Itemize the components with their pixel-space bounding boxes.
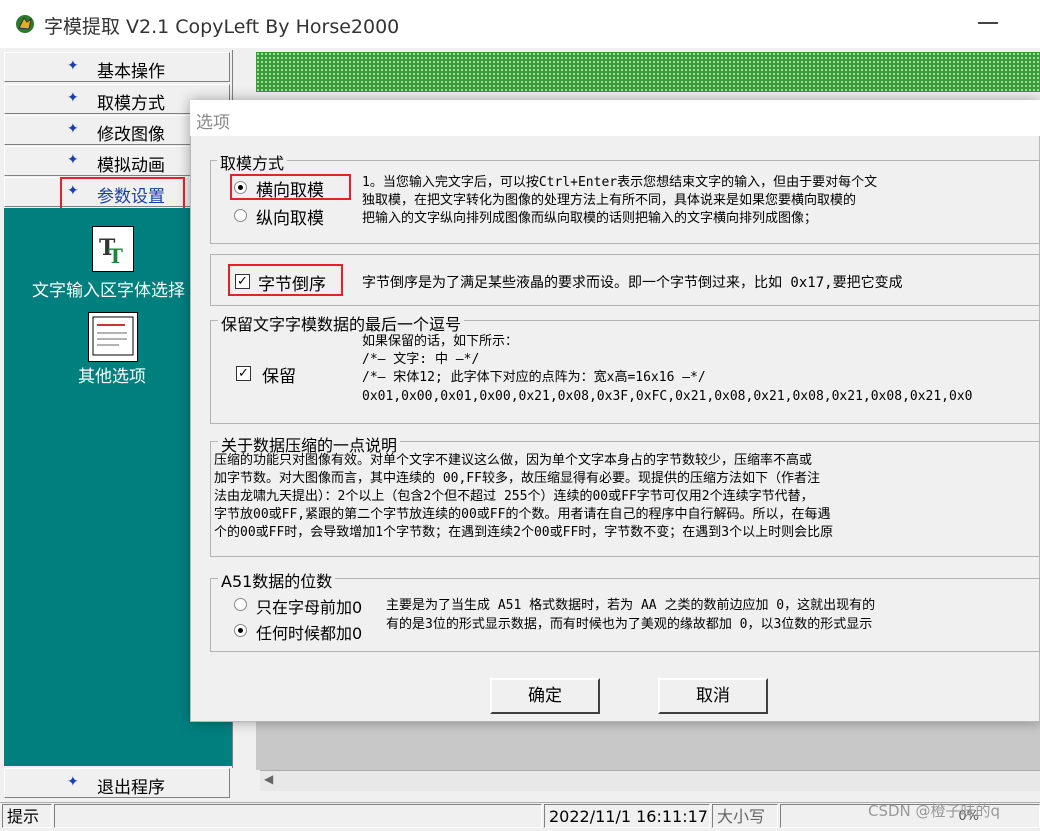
star-icon: ✦ — [67, 90, 79, 106]
exit-button[interactable]: ✦ 退出程序 — [4, 768, 230, 798]
highlight-box — [228, 264, 343, 296]
radio-always-label[interactable]: 任何时候都加0 — [256, 620, 362, 644]
dialog-title-bar — [190, 100, 1040, 136]
nav-item-label: 模拟动画 — [97, 156, 165, 176]
status-message — [54, 804, 542, 828]
nav-item-label: 取模方式 — [97, 94, 165, 114]
group-a51-title: A51数据的位数 — [218, 568, 336, 592]
svg-text:T: T — [108, 244, 123, 268]
watermark: CSDN @橙子味的q — [868, 802, 1001, 820]
desc-line: 1。当您输入完文字后，可以按Ctrl+Enter表示您想结束文字的输入，但由于要… — [362, 175, 878, 190]
tool-label-options[interactable]: 其他选项 — [78, 362, 146, 387]
group-keep-comma-title: 保留文字字模数据的最后一个逗号 — [218, 311, 465, 335]
desc-line: 压缩的功能只对图像有效。对单个文字不建议这么做，因为单个文字本身占的字节数较少，… — [214, 453, 813, 468]
desc-line: 有的是3位的形式显示数据，而有时候也为了美观的缘故都加 0，以3位数的形式显示 — [386, 617, 873, 632]
star-icon: ✦ — [67, 58, 79, 74]
app-horse-icon — [16, 15, 34, 33]
nav-item-label: 基本操作 — [97, 62, 165, 82]
canvas-background — [256, 720, 1040, 770]
desc-line: 主要是为了当生成 A51 格式数据时，若为 AA 之类的数前边应加 0，这就出现… — [386, 598, 876, 613]
desc-line: /*— 文字: 中 —*/ — [362, 352, 480, 367]
desc-line: 加字节数。对大图像而言，其中连续的 00,FF较多，故压缩显得有必要。现提供的压… — [214, 471, 820, 486]
desc-line: 字节倒序是为了满足某些液晶的要求而设。即一个字节倒过来，比如 0x17,要把它变… — [362, 275, 903, 291]
horizontal-scrollbar[interactable] — [260, 770, 1040, 791]
star-icon: ✦ — [67, 152, 79, 168]
radio-always[interactable] — [234, 624, 247, 637]
compression-text: 压缩的功能只对图像有效。对单个文字不建议这么做，因为单个文字本身占的字节数较少，… — [214, 452, 1040, 548]
status-hint: 提示 — [2, 804, 52, 828]
exit-label: 退出程序 — [97, 778, 165, 798]
keep-comma-label[interactable]: 保留 — [262, 362, 296, 387]
desc-line: 把输入的文字纵向排列成图像而纵向取模的话则把输入的文字横向排列成图像； — [362, 211, 818, 226]
star-icon: ✦ — [67, 121, 79, 137]
radio-letter-only[interactable] — [234, 598, 247, 611]
status-caps: 大小写 — [712, 804, 778, 828]
star-icon: ✦ — [67, 774, 79, 790]
minimize-button[interactable] — [978, 22, 998, 24]
nav-item-basic-ops[interactable]: ✦ 基本操作 — [4, 52, 230, 82]
radio-letter-only-label[interactable]: 只在字母前加0 — [256, 594, 362, 618]
keep-comma-description: 如果保留的话，如下所示： /*— 文字: 中 —*/ /*— 宋体12; 此字体… — [362, 333, 1040, 409]
desc-line: 如果保留的话，如下所示： — [362, 334, 519, 349]
scroll-left-icon[interactable]: ◀ — [264, 772, 273, 786]
desc-line: 0x01,0x00,0x01,0x00,0x21,0x08,0x3F,0xFC,… — [362, 389, 973, 404]
radio-vertical-label[interactable]: 纵向取模 — [256, 204, 324, 229]
tool-label-font[interactable]: 文字输入区字体选择 — [32, 276, 185, 301]
desc-line: 独取模，在把文字转化为图像的处理方法上有所不同，具体说来是如果您要横向取模的 — [362, 193, 857, 208]
ok-button[interactable]: 确定 — [490, 678, 600, 714]
desc-line: 法由龙啸九天提出）：2个以上（包含2个但不超过 255个）连续的00或FF字节可… — [214, 489, 814, 504]
desc-line: 个的00或FF时，会导致增加1个字节数；在遇到连续2个00或FF时，字节数不变；… — [214, 525, 834, 540]
desc-line: 字节放00或FF,紧跟的第二个字节放连续的00或FF的个数。用者请在自己的程序中… — [214, 507, 831, 522]
window-title: 字模提取 V2.1 CopyLeft By Horse2000 — [44, 16, 400, 38]
desc-line: /*— 宋体12; 此字体下对应的点阵为：宽x高=16x16 —*/ — [362, 370, 706, 385]
radio-vertical[interactable] — [234, 209, 247, 222]
cancel-button[interactable]: 取消 — [658, 678, 768, 714]
pixel-canvas[interactable] — [256, 52, 1040, 92]
byte-reverse-description: 字节倒序是为了满足某些液晶的要求而设。即一个字节倒过来，比如 0x17,要把它变… — [362, 272, 1040, 294]
nav-item-label: 修改图像 — [97, 125, 165, 145]
options-doc-icon[interactable] — [88, 312, 138, 362]
a51-description: 主要是为了当生成 A51 格式数据时，若为 AA 之类的数前边应加 0，这就出现… — [386, 596, 1040, 636]
highlight-box — [230, 174, 351, 200]
font-tt-icon[interactable]: T T — [92, 226, 134, 272]
status-datetime: 2022/11/1 16:11:17 — [544, 804, 710, 828]
mode-description: 1。当您输入完文字后，可以按Ctrl+Enter表示您想结束文字的输入，但由于要… — [362, 174, 1040, 230]
keep-comma-checkbox[interactable]: ✓ — [236, 366, 251, 381]
dialog-title: 选项 — [196, 113, 230, 133]
group-mode-title: 取模方式 — [217, 150, 288, 174]
